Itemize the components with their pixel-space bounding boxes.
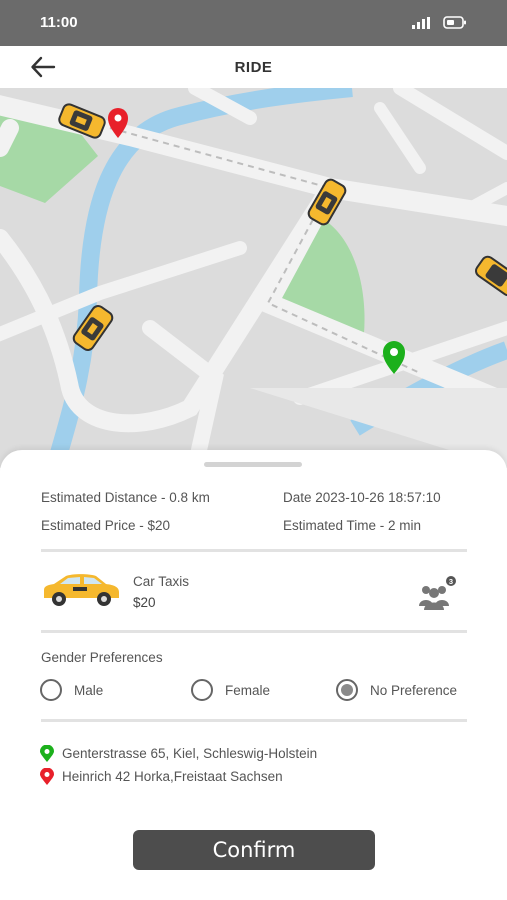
seats-badge: 3 bbox=[449, 577, 453, 586]
gender-option-no-preference[interactable]: No Preference bbox=[336, 679, 476, 703]
pickup-pin-icon bbox=[40, 745, 54, 762]
top-bar: RIDE bbox=[0, 46, 507, 88]
divider bbox=[41, 719, 467, 722]
signal-icon bbox=[412, 17, 430, 29]
ride-type-name: Car Taxis bbox=[133, 574, 190, 589]
gender-preferences-title: Gender Preferences bbox=[41, 650, 163, 665]
estimated-time: Estimated Time - 2 min bbox=[283, 518, 422, 533]
radio-label: Male bbox=[74, 683, 104, 698]
page-title: RIDE bbox=[234, 59, 273, 76]
divider bbox=[41, 549, 467, 552]
pickup-address-text: Genterstrasse 65, Kiel, Schleswig-Holste… bbox=[62, 746, 318, 761]
gender-option-male[interactable]: Male bbox=[40, 679, 160, 703]
gender-option-female[interactable]: Female bbox=[191, 679, 311, 703]
radio-button[interactable] bbox=[40, 679, 62, 701]
radio-label: Female bbox=[225, 683, 271, 698]
radio-selected-dot bbox=[341, 684, 353, 696]
map-view[interactable] bbox=[0, 88, 507, 468]
dropoff-pin-icon bbox=[40, 768, 54, 785]
radio-button[interactable] bbox=[191, 679, 213, 701]
divider bbox=[41, 630, 467, 633]
confirm-button[interactable]: Confirm bbox=[133, 830, 375, 870]
status-bar: 11:00 bbox=[0, 0, 507, 46]
estimated-distance: Estimated Distance - 0.8 km bbox=[41, 490, 210, 505]
taxi-car-icon bbox=[44, 574, 119, 606]
drag-handle[interactable] bbox=[204, 462, 302, 467]
status-time: 11:00 bbox=[40, 14, 78, 31]
ride-type-price: $20 bbox=[133, 595, 156, 610]
estimated-price: Estimated Price - $20 bbox=[41, 518, 171, 533]
radio-label: No Preference bbox=[370, 683, 458, 698]
battery-icon bbox=[443, 16, 466, 29]
map-canvas bbox=[0, 88, 507, 468]
ride-details-sheet: Estimated Distance - 0.8 km Date 2023-10… bbox=[0, 450, 507, 900]
trip-date: Date 2023-10-26 18:57:10 bbox=[283, 490, 441, 505]
radio-button[interactable] bbox=[336, 679, 358, 701]
dropoff-address-text: Heinrich 42 Horka,Freistaat Sachsen bbox=[62, 769, 283, 784]
passengers-icon: 3 bbox=[419, 576, 456, 610]
